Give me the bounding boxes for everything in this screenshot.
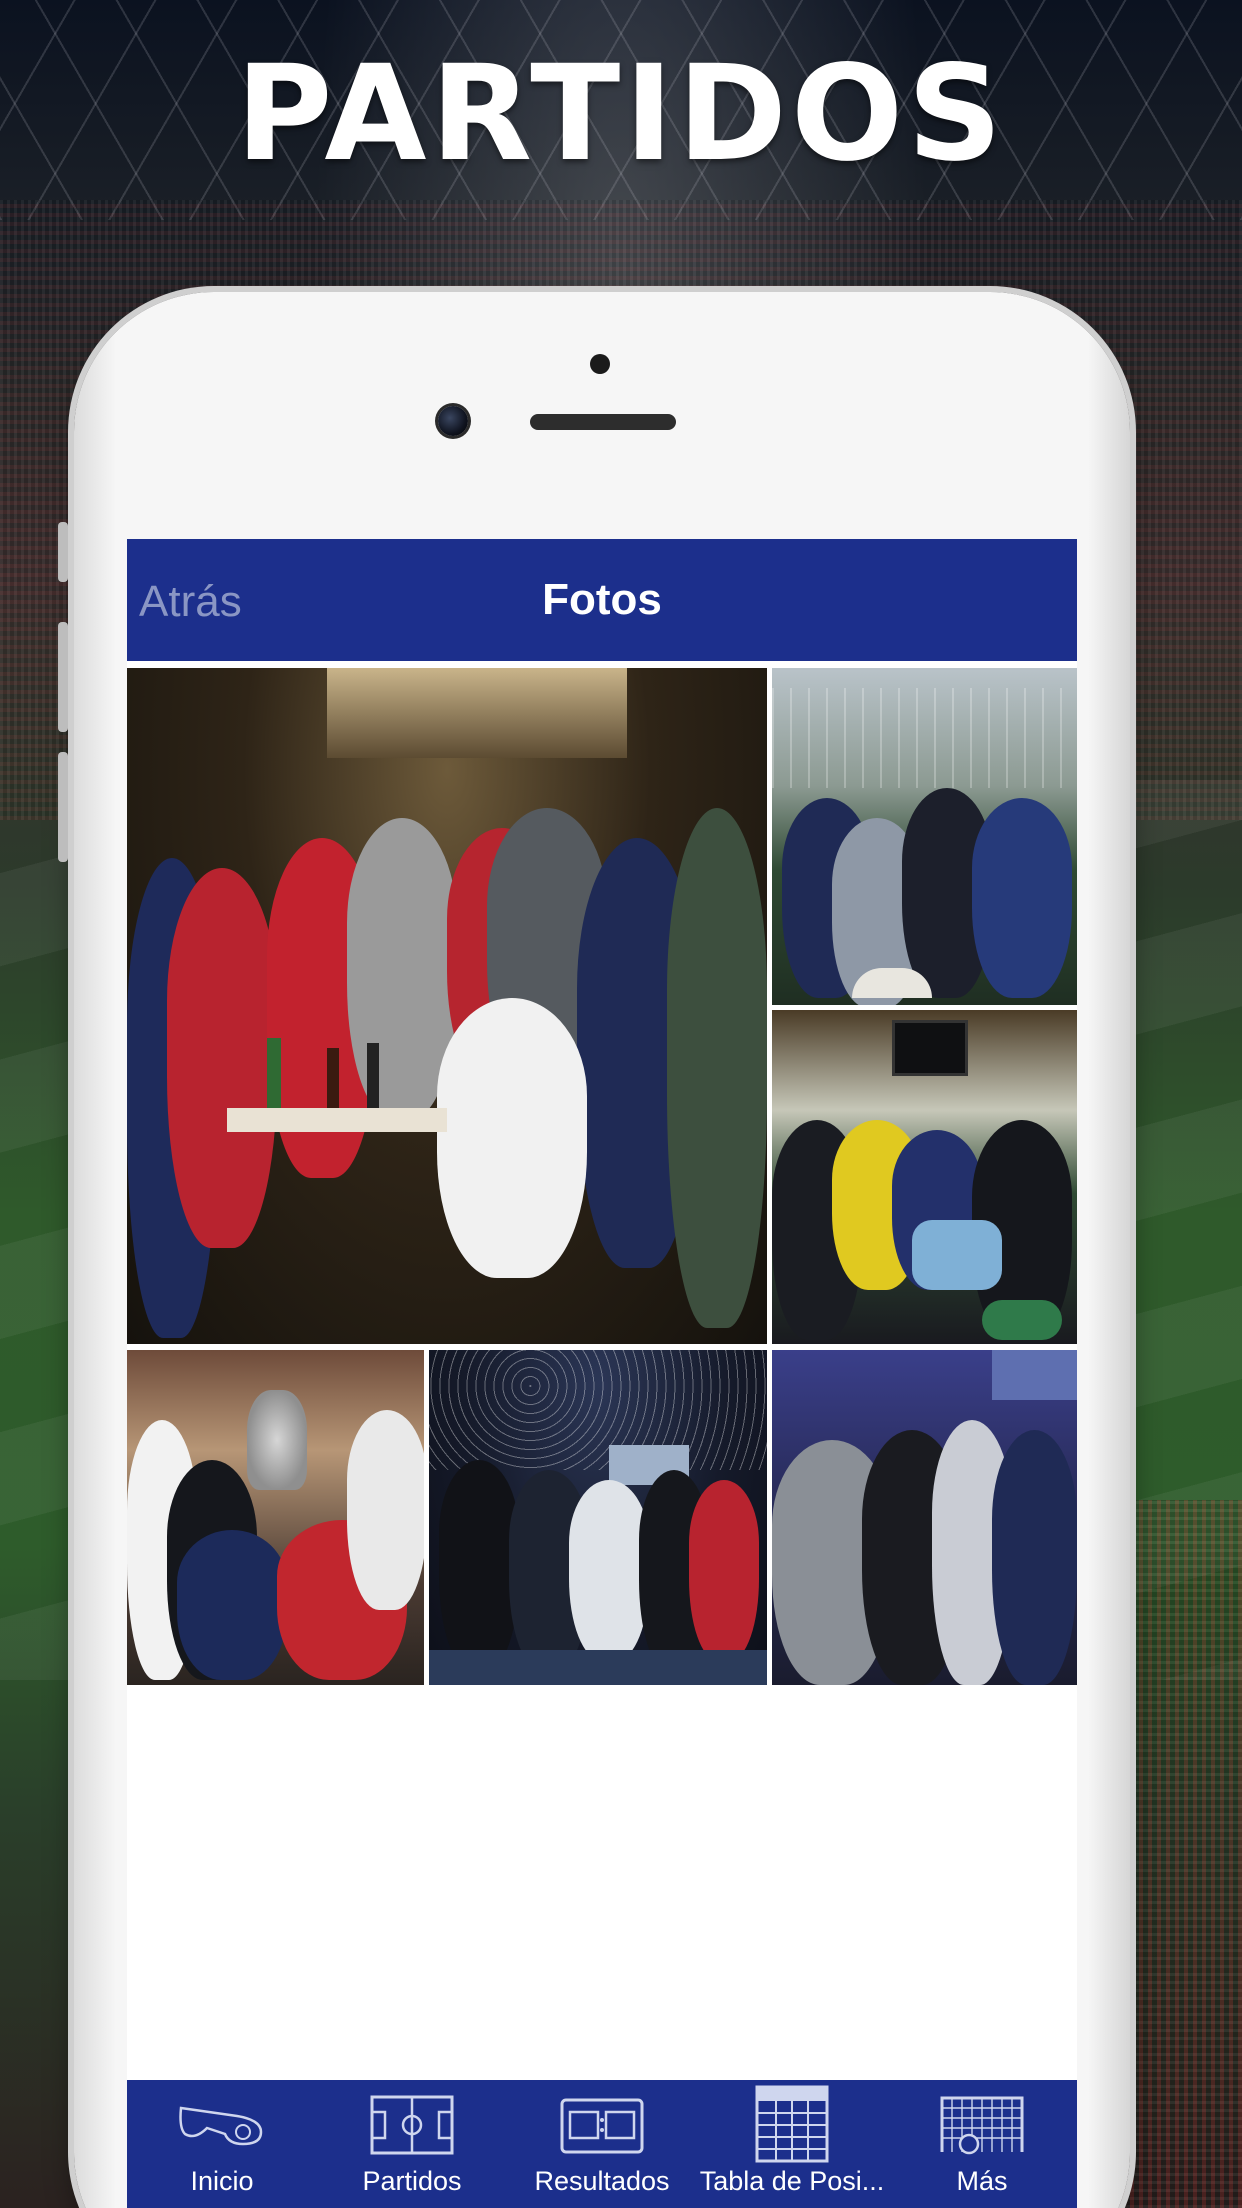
scoreboard-icon xyxy=(559,2094,645,2161)
tab-mas[interactable]: Más xyxy=(887,2080,1077,2208)
phone-mute-switch xyxy=(58,522,68,582)
soccer-field-icon xyxy=(369,2094,455,2161)
gallery-photo-5[interactable] xyxy=(429,1350,767,1685)
tab-label-inicio: Inicio xyxy=(190,2166,254,2196)
app-screen: Atrás Fotos Inicio Partidos Resultados T… xyxy=(127,539,1077,2208)
tab-tabla-de-posiciones[interactable]: Tabla de Posi... xyxy=(697,2080,887,2208)
tab-partidos[interactable]: Partidos xyxy=(317,2080,507,2208)
gallery-photo-6[interactable] xyxy=(772,1350,1077,1685)
whistle-icon xyxy=(177,2094,267,2155)
gallery-photo-3[interactable] xyxy=(772,1010,1077,1344)
back-button[interactable]: Atrás xyxy=(139,577,242,627)
tab-bar: Inicio Partidos Resultados Tabla de Posi… xyxy=(127,2080,1077,2208)
phone-volume-down xyxy=(58,752,68,862)
phone-front-camera xyxy=(438,406,468,436)
tab-label-mas: Más xyxy=(956,2166,1008,2196)
tab-inicio[interactable]: Inicio xyxy=(127,2080,317,2208)
page-title: Fotos xyxy=(542,575,662,624)
phone-speaker xyxy=(530,414,676,430)
gallery-photo-1[interactable] xyxy=(127,668,767,1344)
tab-label-partidos: Partidos xyxy=(362,2166,462,2196)
gallery-photo-4[interactable] xyxy=(127,1350,424,1685)
phone-volume-up xyxy=(58,622,68,732)
tab-resultados[interactable]: Resultados xyxy=(507,2080,697,2208)
tab-label-tabla: Tabla de Posi... xyxy=(699,2166,885,2196)
tab-label-resultados: Resultados xyxy=(534,2166,670,2196)
gallery-photo-2[interactable] xyxy=(772,668,1077,1005)
goal-net-icon xyxy=(939,2094,1025,2161)
promo-headline: PARTIDOS xyxy=(235,37,1007,191)
phone-sensor xyxy=(590,354,610,374)
promo-background: PARTIDOS Atrás Fotos Inicio Partidos Res… xyxy=(0,0,1242,2208)
standings-table-icon xyxy=(754,2084,830,2169)
navigation-bar: Atrás Fotos xyxy=(127,539,1077,661)
